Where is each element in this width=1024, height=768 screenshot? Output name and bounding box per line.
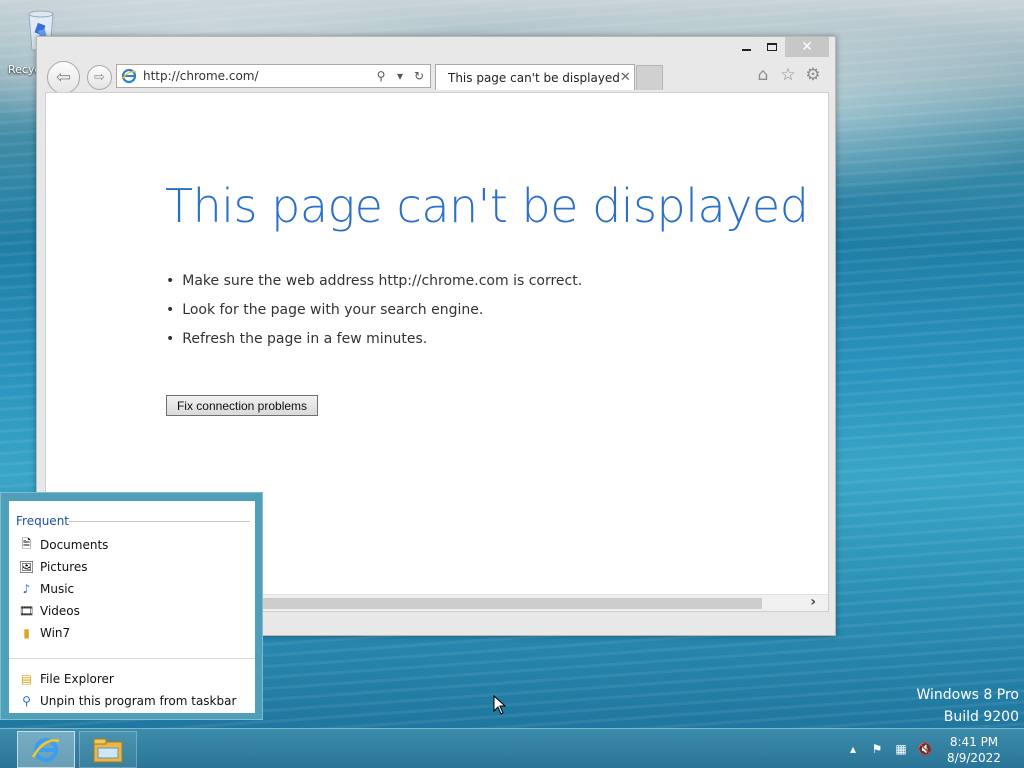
jump-list-item-label: File Explorer (40, 672, 114, 686)
refresh-icon[interactable]: ↻ (411, 67, 427, 85)
taskbar-file-explorer[interactable] (79, 731, 137, 768)
network-icon[interactable]: ▦ (893, 741, 909, 757)
jump-list-item-label: Pictures (40, 560, 88, 574)
ie-jump-list: Frequent 🗎 Documents 🖼 Pictures ♪ Music … (0, 492, 263, 720)
back-button[interactable]: ⇦ (47, 61, 80, 94)
minimize-button[interactable] (733, 37, 759, 57)
jump-list-item-videos[interactable]: 🎞 Videos (19, 601, 80, 621)
videos-icon: 🎞 (18, 604, 35, 618)
minimize-icon (741, 49, 751, 51)
error-bullet: Make sure the web address http://chrome.… (166, 273, 582, 302)
system-tray: ▴ ⚑ ▦ 🔇 (845, 741, 933, 757)
tab-title: This page can't be displayed (448, 70, 620, 85)
jump-list-task-unpin[interactable]: ⚲ Unpin this program from taskbar (19, 691, 236, 711)
error-bullet-list: Make sure the web address http://chrome.… (166, 273, 582, 360)
jump-list-item-label: Win7 (40, 626, 71, 640)
dropdown-arrow-icon[interactable]: ▾ (392, 67, 408, 85)
error-bullet: Refresh the page in a few minutes. (166, 331, 582, 360)
music-icon: ♪ (22, 582, 31, 596)
internet-explorer-icon (31, 737, 60, 762)
address-url: http://chrome.com/ (143, 69, 259, 83)
divider (9, 658, 255, 659)
clock-time: 8:41 PM (949, 735, 999, 749)
divider (69, 521, 250, 522)
jump-list-item-label: Unpin this program from taskbar (40, 694, 237, 708)
mouse-cursor-icon (493, 695, 507, 715)
jump-list-heading: Frequent (16, 514, 69, 528)
back-arrow-icon: ⇦ (55, 67, 72, 88)
taskbar-clock[interactable]: 8:41 PM 8/9/2022 (944, 734, 1004, 766)
clock-date: 8/9/2022 (947, 751, 1001, 765)
forward-arrow-icon: ⇨ (94, 70, 105, 85)
folder-icon: ▮ (23, 626, 30, 640)
watermark-build: Build 9200 (943, 709, 1019, 725)
volume-muted-icon[interactable]: 🔇 (917, 741, 933, 757)
error-bullet: Look for the page with your search engin… (166, 302, 582, 331)
gear-icon[interactable]: ⚙ (803, 65, 823, 85)
star-icon[interactable]: ☆ (778, 65, 798, 85)
tab-active[interactable]: This page can't be displayed ✕ (435, 64, 635, 90)
error-title: This page can't be displayed (165, 179, 809, 233)
search-icon[interactable]: ⚲ (373, 67, 389, 85)
home-icon[interactable]: ⌂ (753, 65, 773, 85)
windows-watermark: Windows 8 Pro Build 9200 (916, 684, 1019, 728)
taskbar: ▴ ⚑ ▦ 🔇 8:41 PM 8/9/2022 (0, 728, 1024, 768)
jump-list-item-label: Videos (40, 604, 80, 618)
pictures-icon: 🖼 (18, 560, 35, 574)
taskbar-internet-explorer[interactable] (17, 731, 75, 768)
scroll-right-icon[interactable]: › (810, 594, 816, 610)
browser-toolbar-icons: ⌂ ☆ ⚙ (753, 65, 823, 85)
show-hidden-icons-icon[interactable]: ▴ (845, 741, 861, 757)
jump-list-panel: Frequent 🗎 Documents 🖼 Pictures ♪ Music … (9, 501, 255, 713)
jump-list-item-label: Documents (40, 538, 109, 552)
jump-list-task-file-explorer[interactable]: ▤ File Explorer (19, 669, 114, 689)
jump-list-item-pictures[interactable]: 🖼 Pictures (19, 557, 88, 577)
forward-button[interactable]: ⇨ (87, 65, 112, 90)
maximize-icon (767, 43, 777, 51)
file-explorer-icon: ▤ (20, 672, 33, 686)
new-tab-button[interactable] (636, 65, 663, 90)
jump-list-item-music[interactable]: ♪ Music (19, 579, 75, 599)
file-explorer-icon (93, 738, 123, 762)
jump-list-item-label: Music (40, 582, 75, 596)
jump-list-item-win7[interactable]: ▮ Win7 (19, 623, 70, 643)
tab-close-icon[interactable]: ✕ (620, 70, 631, 85)
action-center-flag-icon[interactable]: ⚑ (869, 741, 885, 757)
window-controls: ✕ (733, 37, 829, 57)
unpin-icon: ⚲ (22, 694, 31, 708)
maximize-button[interactable] (759, 37, 785, 57)
fix-connection-button[interactable]: Fix connection problems (166, 395, 318, 416)
close-button[interactable]: ✕ (785, 37, 829, 57)
jump-list-item-documents[interactable]: 🗎 Documents (19, 535, 109, 555)
watermark-edition: Windows 8 Pro (916, 687, 1019, 703)
documents-icon: 🗎 (21, 536, 32, 551)
close-icon: ✕ (801, 39, 813, 55)
ie-favicon-icon (121, 68, 137, 84)
address-bar[interactable]: http://chrome.com/ ⚲ ▾ ↻ (116, 64, 431, 88)
